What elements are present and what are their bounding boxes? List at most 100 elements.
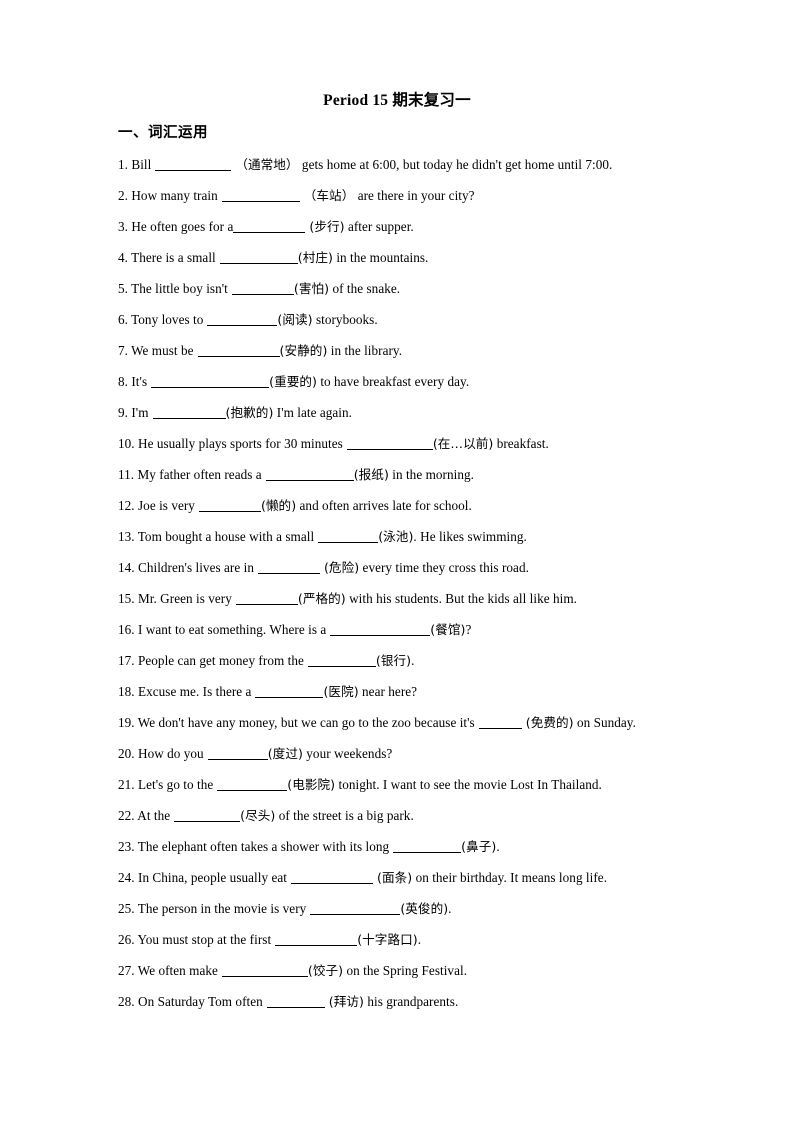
chinese-hint: (餐馆): [430, 622, 466, 637]
chinese-hint: (重要的): [269, 374, 317, 389]
answer-blank[interactable]: [151, 374, 270, 388]
answer-blank[interactable]: [217, 777, 288, 791]
exercise-item: 17. People can get money from the (银行).: [118, 645, 794, 676]
item-number: 9.: [118, 405, 128, 420]
item-text-before-blank: I'm: [131, 405, 149, 420]
item-text-after-blank: of the snake.: [329, 281, 401, 296]
item-number: 19.: [118, 715, 135, 730]
chinese-hint: (医院): [323, 684, 359, 699]
answer-blank[interactable]: [197, 343, 280, 357]
chinese-hint: (电影院): [287, 777, 336, 792]
exercise-item: 28. On Saturday Tom often (拜访) his grandp…: [118, 986, 794, 1017]
item-text-after-blank: on the Spring Festival.: [343, 963, 468, 978]
item-text-before-blank: He often goes for a: [131, 219, 234, 234]
exercise-item: 9. I'm (抱歉的) I'm late again.: [118, 397, 794, 428]
exercise-item: 20. How do you (度过) your weekends?: [118, 738, 794, 769]
answer-blank[interactable]: [155, 157, 232, 171]
answer-blank[interactable]: [174, 808, 241, 822]
item-text-before-blank: Bill: [131, 157, 152, 172]
item-number: 3.: [118, 219, 128, 234]
item-text-after-blank: ?: [465, 622, 472, 637]
answer-blank[interactable]: [198, 498, 261, 512]
item-text-after-blank: your weekends?: [302, 746, 393, 761]
item-text-after-blank: every time they cross this road.: [359, 560, 529, 575]
item-text-after-blank: .: [448, 901, 452, 916]
item-text-before-blank: I want to eat something. Where is a: [138, 622, 327, 637]
item-text-before-blank: At the: [137, 808, 171, 823]
answer-blank[interactable]: [219, 250, 298, 264]
answer-blank[interactable]: [255, 684, 324, 698]
answer-blank[interactable]: [207, 312, 278, 326]
chinese-hint: (拜访): [328, 994, 364, 1009]
chinese-hint: (报纸): [353, 467, 389, 482]
exercise-item: 11. My father often reads a (报纸) in the m…: [118, 459, 794, 490]
answer-blank[interactable]: [221, 963, 308, 977]
document-page: Period 15 期末复习一 一、词汇运用 1. Bill （通常地） gets…: [0, 0, 794, 1123]
item-number: 11.: [118, 467, 135, 482]
answer-blank[interactable]: [291, 870, 373, 884]
item-number: 6.: [118, 312, 128, 327]
item-number: 28.: [118, 994, 135, 1009]
answer-blank[interactable]: [478, 715, 522, 729]
item-number: 26.: [118, 932, 135, 947]
item-number: 20.: [118, 746, 135, 761]
exercise-item: 7. We must be (安静的) in the library.: [118, 335, 794, 366]
item-text-before-blank: Tony loves to: [131, 312, 204, 327]
item-text-after-blank: and often arrives late for school.: [296, 498, 472, 513]
answer-blank[interactable]: [257, 560, 320, 574]
page-title: Period 15 期末复习一: [323, 92, 471, 109]
chinese-hint: (抱歉的): [225, 405, 274, 420]
exercise-item: 18. Excuse me. Is there a (医院) near here?: [118, 676, 794, 707]
answer-blank[interactable]: [310, 901, 401, 915]
exercise-item: 10. He usually plays sports for 30 minut…: [118, 428, 794, 459]
chinese-hint: (免费的): [525, 715, 574, 730]
answer-blank[interactable]: [221, 188, 300, 202]
item-text-before-blank: We often make: [137, 963, 218, 978]
item-text-before-blank: My father often reads a: [137, 467, 262, 482]
exercise-item: 8. It's (重要的) to have breakfast every day…: [118, 366, 794, 397]
exercise-item: 26. You must stop at the first (十字路口).: [118, 924, 794, 955]
exercise-item: 4. There is a small (村庄) in the mountains…: [118, 242, 794, 273]
chinese-hint: (泳池): [378, 529, 414, 544]
item-text-after-blank: in the morning.: [388, 467, 474, 482]
answer-blank[interactable]: [393, 839, 462, 853]
item-text-before-blank: On Saturday Tom often: [138, 994, 263, 1009]
exercise-item: 2. How many train （车站） are there in your …: [118, 180, 794, 211]
item-number: 2.: [118, 188, 128, 203]
answer-blank[interactable]: [207, 746, 268, 760]
answer-blank[interactable]: [152, 405, 226, 419]
item-text-after-blank: in the library.: [327, 343, 403, 358]
item-number: 12.: [118, 498, 135, 513]
answer-blank[interactable]: [307, 653, 376, 667]
answer-blank[interactable]: [231, 281, 294, 295]
exercise-item: 13. Tom bought a house with a small (泳池).…: [118, 521, 794, 552]
item-text-before-blank: The elephant often takes a shower with i…: [137, 839, 390, 854]
item-text-before-blank: You must stop at the first: [137, 932, 272, 947]
answer-blank[interactable]: [346, 436, 433, 450]
item-number: 8.: [118, 374, 128, 389]
section-heading-vocabulary: 一、词汇运用: [118, 125, 208, 141]
item-number: 23.: [118, 839, 135, 854]
chinese-hint: (尽头): [240, 808, 276, 823]
chinese-hint: (危险): [323, 560, 360, 575]
item-text-before-blank: We must be: [131, 343, 194, 358]
item-text-after-blank: . He likes swimming.: [413, 529, 527, 544]
item-text-after-blank: after supper.: [344, 219, 414, 234]
answer-blank[interactable]: [233, 219, 306, 233]
item-number: 25.: [118, 901, 135, 916]
chinese-hint: (阅读): [277, 312, 313, 327]
item-text-after-blank: are there in your city?: [354, 188, 475, 203]
item-text-after-blank: I'm late again.: [273, 405, 353, 420]
answer-blank[interactable]: [265, 467, 354, 481]
item-number: 22.: [118, 808, 135, 823]
item-number: 18.: [118, 684, 135, 699]
answer-blank[interactable]: [318, 529, 379, 543]
item-text-after-blank: near here?: [358, 684, 418, 699]
answer-blank[interactable]: [266, 994, 325, 1008]
exercise-item: 6. Tony loves to (阅读) storybooks.: [118, 304, 794, 335]
exercise-item: 27. We often make (饺子) on the Spring Fest…: [118, 955, 794, 986]
answer-blank[interactable]: [330, 622, 431, 636]
answer-blank[interactable]: [275, 932, 358, 946]
item-number: 1.: [118, 157, 128, 172]
answer-blank[interactable]: [235, 591, 298, 605]
